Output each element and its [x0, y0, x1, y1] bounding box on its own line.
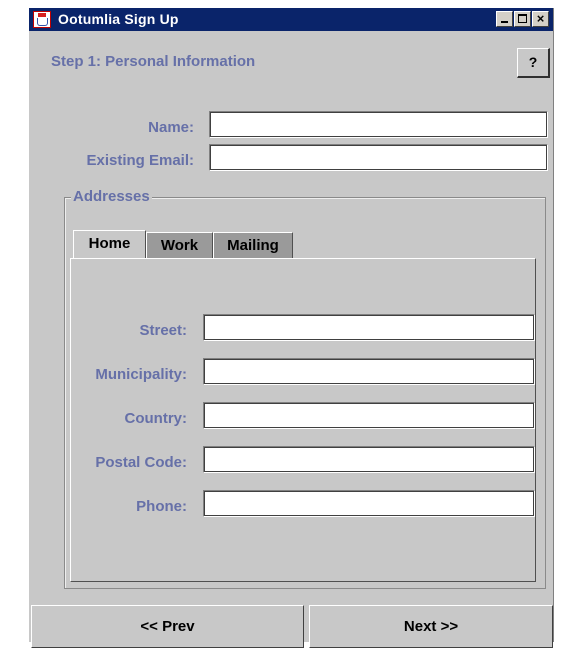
postal-code-field[interactable]: [203, 446, 535, 473]
step-title: Step 1: Personal Information: [51, 53, 256, 70]
close-icon: ×: [536, 11, 545, 26]
name-label: Name:: [148, 119, 194, 136]
signup-window: Ootumlia Sign Up × Step 1: Personal Info…: [28, 8, 554, 648]
minimize-button[interactable]: [496, 11, 513, 27]
country-field[interactable]: [203, 402, 535, 429]
street-field[interactable]: [203, 314, 535, 341]
tab-home[interactable]: Home: [73, 230, 146, 258]
maximize-button[interactable]: [514, 11, 531, 27]
country-label: Country:: [124, 410, 188, 427]
help-button[interactable]: ?: [517, 48, 550, 78]
minimize-icon: [501, 21, 508, 23]
phone-label: Phone:: [136, 498, 187, 515]
addresses-group-title: Addresses: [71, 188, 152, 205]
existing-email-field[interactable]: [209, 144, 548, 171]
coffee-cup-icon[interactable]: [33, 11, 51, 28]
municipality-field[interactable]: [203, 358, 535, 385]
street-label: Street:: [139, 322, 187, 339]
tab-mailing[interactable]: Mailing: [213, 232, 293, 258]
name-field[interactable]: [209, 111, 548, 138]
tab-work[interactable]: Work: [146, 232, 213, 258]
postal-code-label: Postal Code:: [95, 454, 187, 471]
title-bar[interactable]: Ootumlia Sign Up ×: [29, 8, 553, 31]
existing-email-label: Existing Email:: [86, 152, 194, 169]
maximize-icon: [518, 14, 527, 23]
phone-field[interactable]: [203, 490, 535, 517]
window-title: Ootumlia Sign Up: [58, 11, 179, 27]
municipality-label: Municipality:: [95, 366, 187, 383]
close-button[interactable]: ×: [532, 11, 549, 27]
